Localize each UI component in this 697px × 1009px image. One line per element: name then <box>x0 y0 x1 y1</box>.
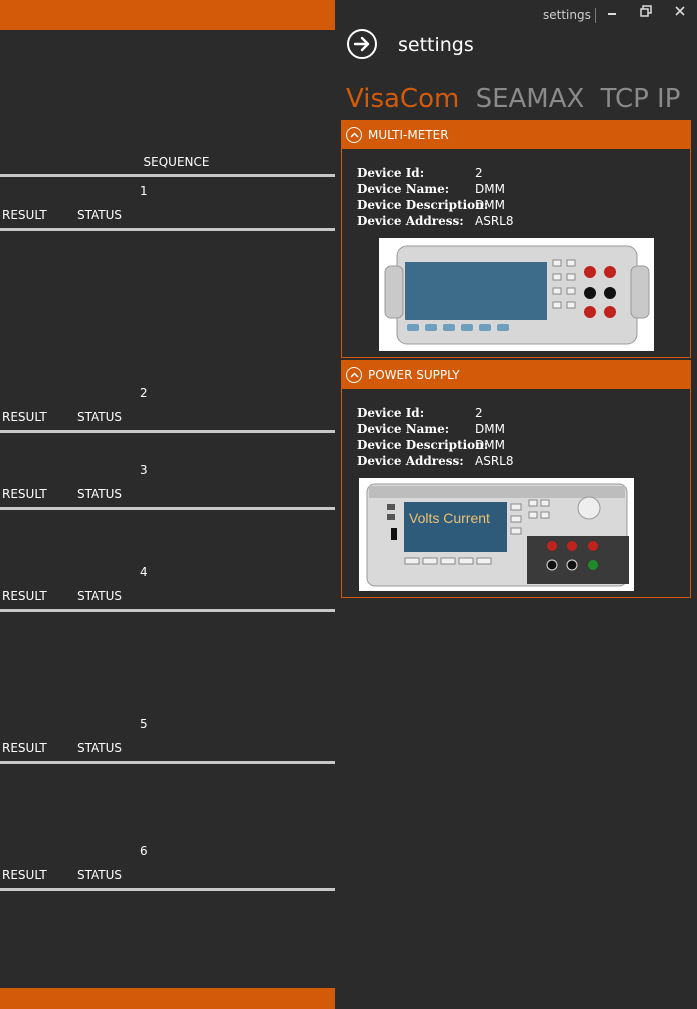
power-supply-image: Volts Current <box>359 478 634 591</box>
power-supply-panel: POWER SUPPLY Device Id: 2 Device Name: DMM… <box>341 360 691 598</box>
step-divider <box>0 761 335 764</box>
status-label: STATUS <box>77 589 123 603</box>
result-label: RESULT <box>2 487 47 501</box>
step-number: 1 <box>140 184 148 198</box>
device-address-value: ASRL8 <box>475 454 514 468</box>
device-id-label: Device Id: <box>357 406 425 420</box>
step-number: 4 <box>140 565 148 579</box>
tab-visacom[interactable]: VisaCom <box>346 84 459 114</box>
multimeter-image <box>379 238 654 351</box>
power-supply-panel-header[interactable]: POWER SUPPLY <box>342 361 690 389</box>
top-accent-bar <box>0 0 335 30</box>
status-label: STATUS <box>77 487 123 501</box>
step-divider <box>0 609 335 612</box>
settings-flyout: settings settings VisaCom SEAMAX TCP IP … <box>335 0 697 1009</box>
chevron-up-icon[interactable] <box>346 127 362 143</box>
step-divider <box>0 430 335 433</box>
device-info: Device Id: 2 Device Name: DMM Device Descr… <box>357 166 513 230</box>
step-divider <box>0 228 335 231</box>
sequence-divider <box>0 174 335 177</box>
device-name-value: DMM <box>475 422 505 436</box>
multimeter-panel: MULTI-METER Device Id: 2 Device Name: DMM … <box>341 120 691 358</box>
result-label: RESULT <box>2 589 47 603</box>
device-id-value: 2 <box>475 166 483 180</box>
status-label: STATUS <box>77 868 123 882</box>
device-description-value: DMM <box>475 438 505 452</box>
device-info: Device Id: 2 Device Name: DMM Device Descr… <box>357 406 513 470</box>
multimeter-panel-header[interactable]: MULTI-METER <box>342 121 690 149</box>
connection-tabs: VisaCom SEAMAX TCP IP <box>346 84 688 114</box>
bottom-accent-bar <box>0 988 335 1009</box>
result-label: RESULT <box>2 868 47 882</box>
step-number: 6 <box>140 844 148 858</box>
device-name-label: Device Name: <box>357 422 450 436</box>
step-divider <box>0 888 335 891</box>
status-label: STATUS <box>77 410 123 424</box>
step-number: 3 <box>140 463 148 477</box>
step-divider <box>0 507 335 510</box>
device-id-label: Device Id: <box>357 166 425 180</box>
restore-icon[interactable] <box>636 5 656 21</box>
back-arrow-icon[interactable] <box>347 29 377 59</box>
sequence-header: SEQUENCE <box>143 155 210 169</box>
settings-title: settings <box>398 34 474 56</box>
window-title: settings <box>543 8 591 22</box>
chevron-up-icon[interactable] <box>346 367 362 383</box>
step-number: 2 <box>140 386 148 400</box>
device-description-label: Device Description: <box>357 438 489 452</box>
device-description-label: Device Description: <box>357 198 489 212</box>
panel-title: MULTI-METER <box>368 128 449 142</box>
device-description-value: DMM <box>475 198 505 212</box>
device-address-label: Device Address: <box>357 214 464 228</box>
psu-screen-text: Volts Current <box>409 510 490 526</box>
minimize-icon[interactable] <box>602 5 622 21</box>
device-address-label: Device Address: <box>357 454 464 468</box>
device-name-label: Device Name: <box>357 182 450 196</box>
titlebar-separator <box>595 8 596 23</box>
step-number: 5 <box>140 717 148 731</box>
tab-tcp-ip[interactable]: TCP IP <box>601 84 681 114</box>
device-id-value: 2 <box>475 406 483 420</box>
device-address-value: ASRL8 <box>475 214 514 228</box>
result-label: RESULT <box>2 410 47 424</box>
status-label: STATUS <box>77 208 123 222</box>
panel-title: POWER SUPPLY <box>368 368 460 382</box>
sequence-pane: SEQUENCE 1 RESULT STATUS 2 RESULT STATUS… <box>0 0 335 1009</box>
close-icon[interactable] <box>670 5 690 21</box>
status-label: STATUS <box>77 741 123 755</box>
tab-seamax[interactable]: SEAMAX <box>476 84 585 114</box>
result-label: RESULT <box>2 208 47 222</box>
device-name-value: DMM <box>475 182 505 196</box>
result-label: RESULT <box>2 741 47 755</box>
